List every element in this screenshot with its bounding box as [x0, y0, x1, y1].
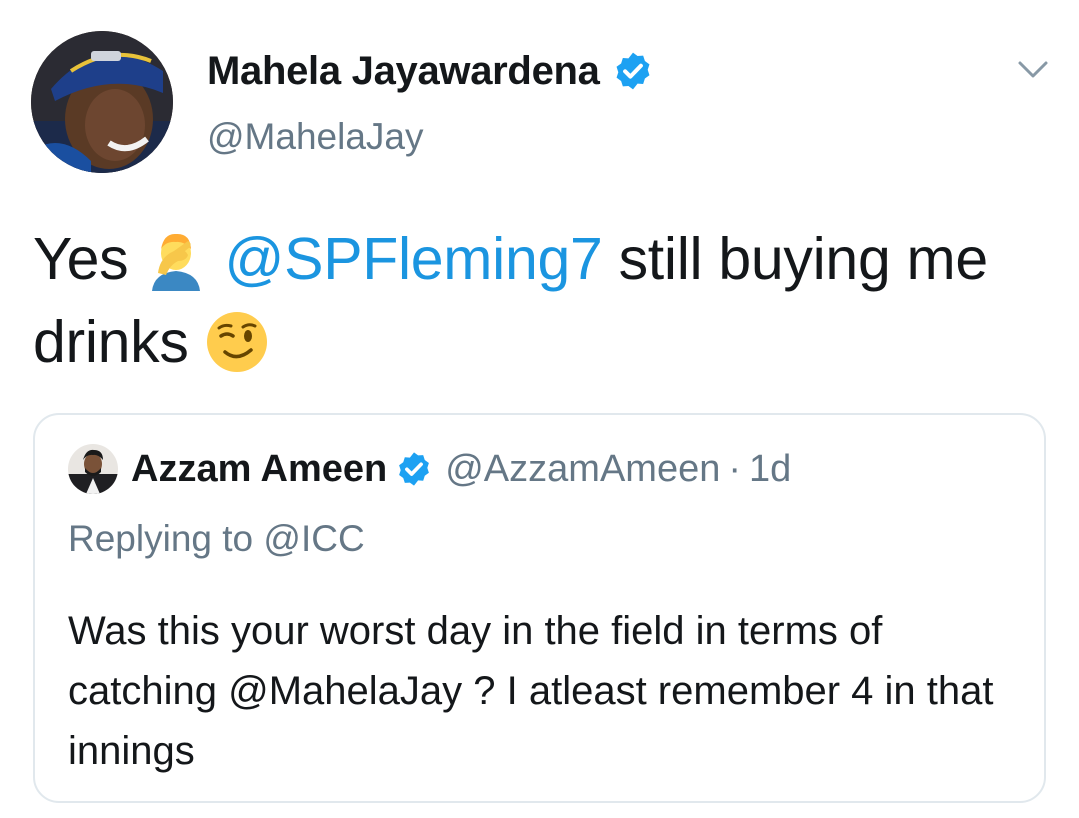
replying-to-line: Replying to @ICC — [68, 518, 365, 560]
tweet-body: Yes @SPFleming7 still buying me drinks — [33, 218, 1043, 384]
face-palm-emoji — [144, 227, 208, 291]
quoted-author-display-name[interactable]: Azzam Ameen — [131, 448, 387, 491]
tweet-mention-link[interactable]: @SPFleming7 — [225, 226, 603, 292]
chevron-down-icon[interactable] — [1017, 60, 1049, 80]
quoted-tweet-timestamp[interactable]: 1d — [749, 448, 791, 491]
author-handle[interactable]: @MahelaJay — [207, 116, 424, 158]
replying-to-label: Replying to — [68, 518, 254, 559]
header-separator: · — [728, 447, 742, 490]
tweet-text-start: Yes — [33, 226, 129, 292]
quoted-tweet-card[interactable]: Azzam Ameen @AzzamAmeen · 1d Replying to… — [33, 413, 1046, 803]
winking-face-emoji — [205, 310, 269, 374]
author-name-row: Mahela Jayawardena — [207, 46, 654, 96]
author-avatar[interactable] — [31, 31, 173, 173]
quoted-author-avatar-image — [68, 444, 118, 494]
verified-badge-icon — [612, 50, 654, 92]
quoted-tweet-header: Azzam Ameen @AzzamAmeen · 1d — [68, 443, 791, 495]
verified-badge-icon — [395, 450, 433, 488]
quoted-author-handle[interactable]: @AzzamAmeen — [445, 448, 720, 491]
replying-to-handle[interactable]: @ICC — [263, 518, 364, 559]
quoted-tweet-text: Was this your worst day in the field in … — [68, 609, 994, 773]
author-display-name[interactable]: Mahela Jayawardena — [207, 49, 600, 94]
author-avatar-image — [31, 31, 173, 173]
quoted-author-avatar[interactable] — [68, 444, 118, 494]
